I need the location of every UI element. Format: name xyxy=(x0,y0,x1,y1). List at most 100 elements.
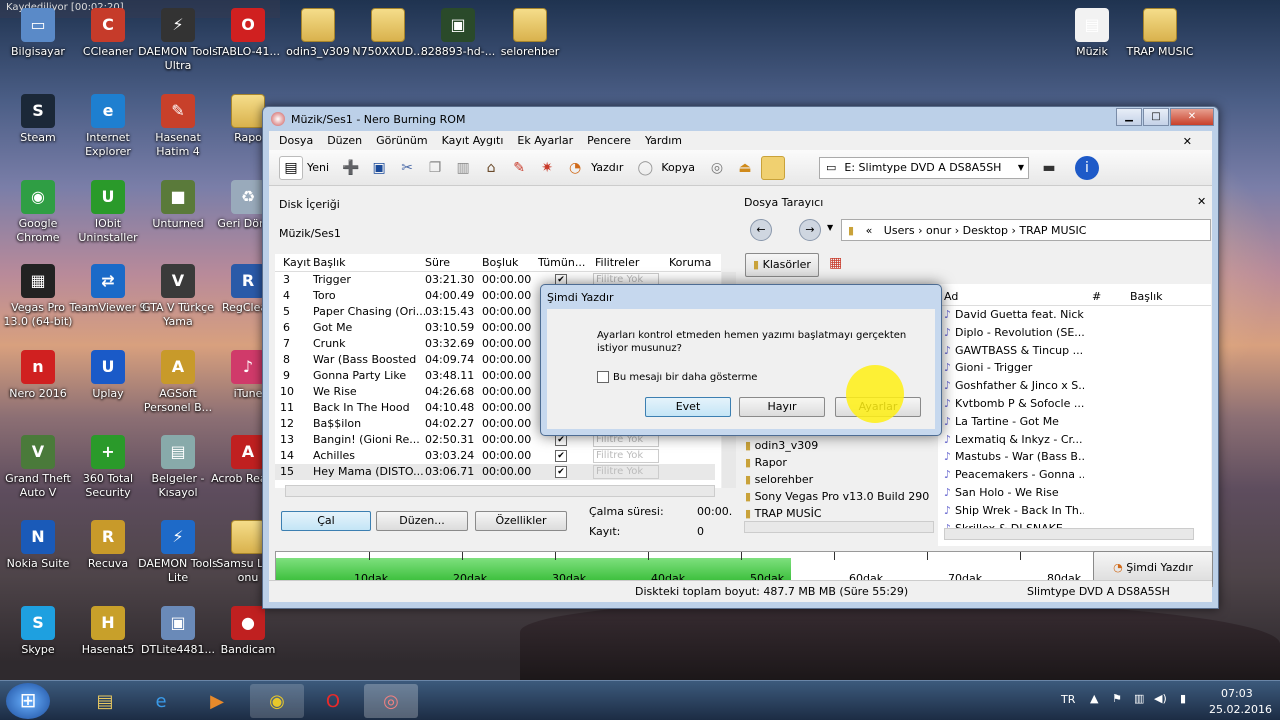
file-item[interactable]: GAWTBASS & Tincup ... xyxy=(944,344,1084,361)
desktop-icon[interactable]: TRAP MUSIC xyxy=(1120,8,1200,59)
desktop-icon[interactable]: e Internet Explorer xyxy=(68,94,148,159)
folder-item[interactable]: ▮ TRAP MUSİC xyxy=(745,507,822,520)
desktop-icon[interactable]: S Steam xyxy=(0,94,78,145)
tray-network-icon[interactable]: ▥ xyxy=(1134,692,1144,705)
file-item[interactable]: Diplo - Revolution (SE... xyxy=(944,326,1084,343)
path-onur[interactable]: onur xyxy=(926,224,951,237)
desktop-icon[interactable]: V GTA V Türkçe Yama xyxy=(138,264,218,329)
desktop-icon[interactable]: ● Bandicam xyxy=(208,606,288,657)
track-row[interactable]: 15 Hey Mama (DISTO... 03:06.71 00:00.00 ✔ Fil… xyxy=(275,464,715,480)
file-item[interactable]: Mastubs - War (Bass B... xyxy=(944,450,1084,467)
file-browser-close-icon[interactable]: ✕ xyxy=(1197,195,1206,208)
desktop-icon[interactable]: n Nero 2016 xyxy=(0,350,78,401)
desktop-icon[interactable]: ■ Unturned xyxy=(138,180,218,231)
desktop-icon[interactable]: U IObit Uninstaller xyxy=(68,180,148,245)
no-button[interactable]: Hayır xyxy=(739,397,825,417)
menu-yardim[interactable]: Yardım xyxy=(645,134,682,147)
desktop-icon[interactable]: ◉ Google Chrome xyxy=(0,180,78,245)
history-chevron-icon[interactable]: ▼ xyxy=(827,223,833,232)
ie-taskbar-icon[interactable]: e xyxy=(134,684,188,718)
desktop-icon[interactable]: N750XXUD... xyxy=(348,8,428,59)
col-title[interactable]: Başlık xyxy=(1130,290,1163,303)
desktop-icon[interactable]: S Skype xyxy=(0,606,78,657)
tray-flag-icon[interactable]: ⚑ xyxy=(1112,692,1122,705)
file-item[interactable]: David Guetta feat. Nick... xyxy=(944,308,1084,325)
desktop-icon[interactable]: H Hasenat5 xyxy=(68,606,148,657)
col-all[interactable]: Tümün... xyxy=(538,256,585,269)
track-filter[interactable]: Filitre Yok xyxy=(593,465,659,479)
file-item[interactable]: Lexmatiq & Inkyz - Cr... xyxy=(944,433,1084,450)
opera-taskbar-icon[interactable]: O xyxy=(306,684,360,718)
folders-button[interactable]: ▮ Klasörler xyxy=(745,253,819,277)
folder-item[interactable]: ▮ Sony Vegas Pro v13.0 Build 290 xyxy=(745,490,929,503)
window-titlebar[interactable]: Müzik/Ses1 - Nero Burning ROM ▁ □ ✕ xyxy=(263,107,1218,131)
col-protection[interactable]: Koruma xyxy=(669,256,711,269)
wizard-icon[interactable]: ✷ xyxy=(535,156,559,180)
col-duration[interactable]: Süre xyxy=(425,256,450,269)
col-number[interactable]: # xyxy=(1092,290,1101,303)
desktop-icon[interactable]: C CCleaner xyxy=(68,8,148,59)
menu-duzen[interactable]: Düzen xyxy=(327,134,362,147)
menu-ek-ayarlar[interactable]: Ek Ayarlar xyxy=(517,134,573,147)
desktop-icon[interactable]: ⚡ DAEMON Tools Lite xyxy=(138,520,218,585)
folder-scrollbar[interactable] xyxy=(744,521,934,533)
track-checkbox[interactable]: ✔ xyxy=(555,450,567,462)
chrome-taskbar-icon[interactable]: ◉ xyxy=(250,684,304,718)
new-button[interactable]: Yeni xyxy=(307,161,329,174)
desktop-icon[interactable]: ▭ Bilgisayar xyxy=(0,8,78,59)
folder-item[interactable]: ▮ odin3_v309 xyxy=(745,439,818,452)
path-desktop[interactable]: Desktop xyxy=(963,224,1008,237)
dont-show-checkbox[interactable] xyxy=(597,371,609,383)
desktop-icon[interactable]: ⇄ TeamViewer 9 xyxy=(68,264,148,315)
menu-close-icon[interactable]: ✕ xyxy=(1183,135,1192,148)
nero-taskbar-icon[interactable]: ◎ xyxy=(364,684,418,718)
path-trap-music[interactable]: TRAP MUSIC xyxy=(1019,224,1086,237)
paste-icon[interactable]: ▥ xyxy=(451,156,475,180)
desktop-icon[interactable]: ▤ Belgeler - Kısayol xyxy=(138,435,218,500)
col-gap[interactable]: Boşluk xyxy=(482,256,518,269)
desktop-icon[interactable]: V Grand Theft Auto V xyxy=(0,435,78,500)
desktop-icon[interactable]: R Recuva xyxy=(68,520,148,571)
start-button[interactable]: ⊞ xyxy=(6,683,50,719)
minimize-button[interactable]: ▁ xyxy=(1116,108,1142,126)
desktop-icon[interactable]: ▣ DTLite4481... xyxy=(138,606,218,657)
horizontal-scrollbar[interactable] xyxy=(285,485,715,497)
disc-info-icon[interactable]: ◎ xyxy=(705,156,729,180)
desktop-icon[interactable]: +360 Total Security xyxy=(68,435,148,500)
menu-gorunum[interactable]: Görünüm xyxy=(376,134,427,147)
col-filters[interactable]: Filitreler xyxy=(595,256,639,269)
track-checkbox[interactable]: ✔ xyxy=(555,466,567,478)
desktop-icon[interactable]: U Uplay xyxy=(68,350,148,401)
drive-info-icon[interactable]: ▬ xyxy=(1037,156,1061,180)
col-title[interactable]: Başlık xyxy=(313,256,346,269)
clock-date[interactable]: 25.02.2016 xyxy=(1209,703,1272,716)
forward-icon[interactable]: → xyxy=(799,219,821,241)
path-users[interactable]: Users xyxy=(884,224,915,237)
dont-show-again[interactable]: Bu mesajı bir daha gösterme xyxy=(597,371,757,383)
edit-icon[interactable]: ✎ xyxy=(507,156,531,180)
desktop-icon[interactable]: O TABLO-41... xyxy=(208,8,288,59)
cut-icon[interactable]: ✂ xyxy=(395,156,419,180)
tray-volume-icon[interactable]: ◀) xyxy=(1154,692,1167,705)
tray-arrow-icon[interactable]: ▲ xyxy=(1090,692,1098,705)
track-row[interactable]: 14 Achilles 03:03.24 00:00.00 ✔ Filitre Yok xyxy=(275,448,715,464)
address-bar[interactable]: ▮ « Users › onur › Desktop › TRAP MUSIC xyxy=(841,219,1211,241)
explorer-taskbar-icon[interactable]: ▤ xyxy=(78,684,132,718)
language-indicator[interactable]: TR xyxy=(1061,693,1075,706)
col-name[interactable]: Ad xyxy=(944,290,958,303)
copy-disc-icon[interactable]: ◯ xyxy=(633,156,657,180)
desktop-icon[interactable]: odin3_v309 xyxy=(278,8,358,59)
folder-item[interactable]: ▮ selorehber xyxy=(745,473,813,486)
back-icon[interactable]: ← xyxy=(750,219,772,241)
info-icon[interactable]: i xyxy=(1074,155,1099,180)
media-taskbar-icon[interactable]: ▶ xyxy=(190,684,244,718)
file-item[interactable]: Peacemakers - Gonna ... xyxy=(944,468,1084,485)
file-item[interactable]: Gioni - Trigger xyxy=(944,361,1084,378)
copy-icon[interactable]: ❐ xyxy=(423,156,447,180)
view-grid-icon[interactable]: ▦ xyxy=(829,255,849,275)
edit-button[interactable]: Düzen... xyxy=(376,511,468,531)
yes-button[interactable]: Evet xyxy=(645,397,731,417)
burn-button[interactable]: Yazdır xyxy=(591,161,623,174)
col-track[interactable]: Kayıt xyxy=(283,256,311,269)
library-icon[interactable]: ⌂ xyxy=(479,156,503,180)
